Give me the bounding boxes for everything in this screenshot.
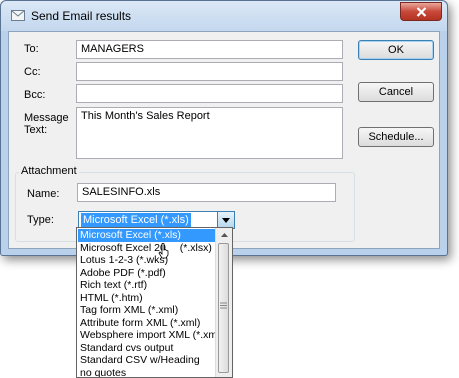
dropdown-option[interactable]: Standard cvs output (78, 342, 218, 355)
dropdown-option[interactable]: Microsoft Excel (*.xls) (78, 229, 218, 242)
scroll-up-button[interactable] (216, 228, 232, 242)
message-label-line1: Message (24, 112, 69, 124)
chevron-down-icon (222, 217, 230, 223)
dropdown-option[interactable]: Websphere import XML (*.xml) (78, 329, 218, 342)
ok-button[interactable]: OK (358, 40, 434, 60)
dropdown-option[interactable]: Tag form XML (*.xml) (78, 304, 218, 317)
dropdown-option[interactable]: Adobe PDF (*.pdf) (78, 267, 218, 280)
dropdown-option-suffix: (*.xlsx) (179, 241, 212, 254)
scrollbar-thumb[interactable] (218, 243, 229, 373)
dropdown-option[interactable]: Rich text (*.rtf) (78, 279, 218, 292)
grip-icon (220, 302, 227, 309)
message-label-line2: Text: (24, 124, 48, 136)
dropdown-option-label: Microsoft Excel 20 (80, 241, 166, 254)
cancel-button[interactable]: Cancel (358, 82, 434, 102)
dropdown-option[interactable]: no quotes (78, 367, 218, 378)
cc-label: Cc: (24, 66, 41, 78)
schedule-button[interactable]: Schedule... (358, 127, 434, 147)
dialog-body: To: MANAGERS Cc: Bcc: Message Text: This… (8, 31, 440, 249)
attachment-name-field[interactable]: SALESINFO.xls (77, 183, 336, 202)
dropdown-option[interactable]: Attribute form XML (*.xml) (78, 317, 218, 330)
envelope-icon (11, 10, 25, 21)
bcc-label: Bcc: (24, 89, 46, 101)
dropdown-option[interactable]: Standard CSV w/Heading (78, 354, 218, 367)
send-email-dialog: Send Email results To: MANAGERS Cc: Bcc:… (0, 0, 448, 256)
cc-field[interactable] (76, 62, 343, 81)
mouse-cursor-icon (158, 243, 169, 259)
type-select-value: Microsoft Excel (*.xls) (80, 212, 192, 228)
to-field[interactable]: MANAGERS (76, 40, 343, 59)
close-icon (416, 6, 426, 17)
name-label: Name: (27, 188, 60, 200)
type-label: Type: (27, 214, 54, 226)
dropdown-option[interactable]: HTML (*.htm) (78, 292, 218, 305)
title-bar[interactable]: Send Email results (1, 1, 447, 31)
message-text-area[interactable]: This Month's Sales Report (76, 107, 343, 159)
type-dropdown-list[interactable]: Microsoft Excel (*.xls) Microsoft Excel … (76, 227, 233, 378)
scroll-up-icon (220, 233, 228, 237)
dropdown-scrollbar[interactable] (215, 228, 232, 377)
window-title: Send Email results (31, 9, 132, 23)
bcc-field[interactable] (76, 84, 343, 103)
type-dropdown-button[interactable] (217, 212, 234, 228)
close-button[interactable] (400, 2, 442, 21)
attachment-group-title: Attachment (19, 165, 79, 177)
dropdown-option[interactable]: Microsoft Excel 20 (*.xlsx) (78, 242, 218, 255)
dropdown-option[interactable]: Lotus 1-2-3 (*.wks) (78, 254, 218, 267)
to-label: To: (24, 43, 39, 55)
